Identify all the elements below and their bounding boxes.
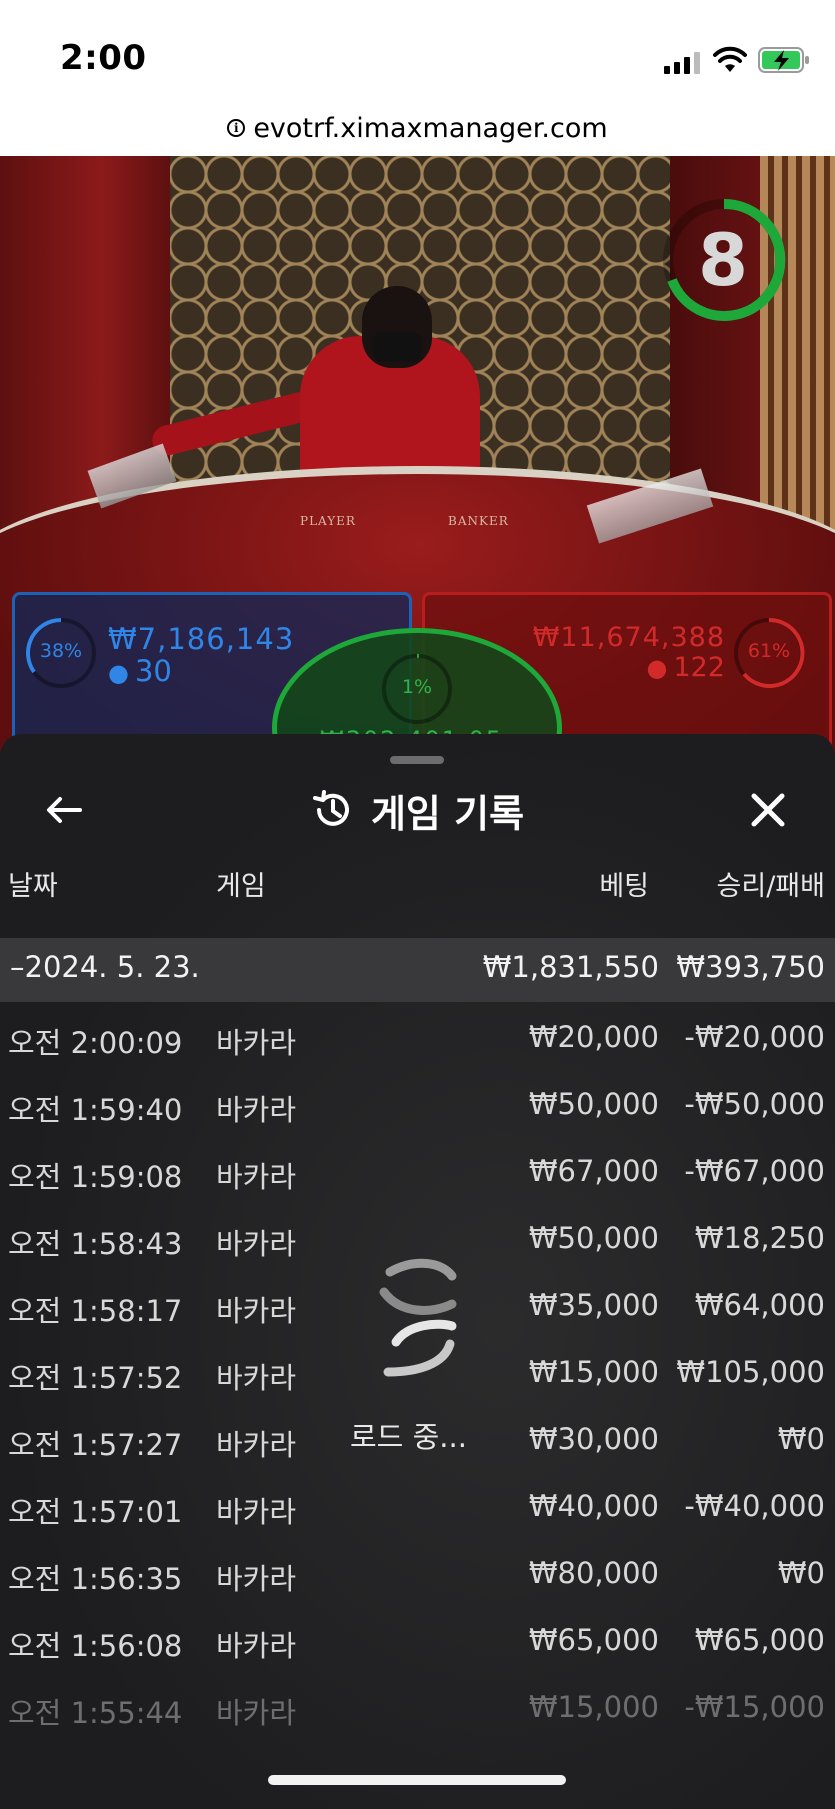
row-winloss: ₩0 <box>777 1422 825 1456</box>
player-count-value: 30 <box>134 654 172 688</box>
wifi-icon <box>713 46 747 72</box>
battery-charging-icon <box>758 47 809 73</box>
row-game: 바카라 <box>216 1227 297 1261</box>
row-bet: ₩50,000 <box>528 1087 659 1121</box>
row-time: 오전 1:58:43 <box>8 1227 183 1261</box>
row-bet: ₩40,000 <box>528 1489 659 1523</box>
row-time: 오전 1:55:44 <box>8 1696 183 1730</box>
row-time: 오전 1:56:35 <box>8 1562 183 1596</box>
history-icon <box>312 790 349 826</box>
status-time: 2:00 <box>60 38 147 78</box>
row-bet: ₩20,000 <box>528 1020 659 1054</box>
row-game: 바카라 <box>216 1629 297 1663</box>
row-bet: ₩30,000 <box>528 1422 659 1456</box>
history-row[interactable]: 오전 2:00:09 바카라 ₩20,000 -₩20,000 <box>0 1002 835 1069</box>
row-winloss: ₩0 <box>777 1556 825 1590</box>
loading-spinner-icon <box>379 1258 457 1377</box>
history-row[interactable]: 오전 1:56:08 바카라 ₩65,000 ₩65,000 <box>0 1605 835 1672</box>
panel-header: 게임 기록 <box>0 784 835 836</box>
live-video: PLAYER BANKER 8 38% ₩7,186,143 ● 30 61% ₩… <box>0 156 835 756</box>
date-group-winloss-total: ₩393,750 <box>676 950 825 984</box>
row-game: 바카라 <box>216 1428 297 1462</box>
felt-label-banker: BANKER <box>448 514 509 528</box>
info-icon[interactable]: i <box>227 119 246 137</box>
url-text: evotrf.ximaxmanager.com <box>253 112 608 144</box>
history-row[interactable]: 오전 1:57:01 바카라 ₩40,000 -₩40,000 <box>0 1471 835 1538</box>
player-percent: 38% <box>39 640 83 662</box>
signal-icon <box>664 52 700 74</box>
player-bet-amount: ₩7,186,143 <box>108 622 295 656</box>
history-row[interactable]: 오전 1:56:35 바카라 ₩80,000 ₩0 <box>0 1538 835 1605</box>
row-winloss: ₩65,000 <box>694 1623 825 1657</box>
row-time: 오전 2:00:09 <box>8 1026 183 1060</box>
status-bar: 2:00 <box>0 0 835 100</box>
history-row[interactable]: 오전 1:59:08 바카라 ₩67,000 -₩67,000 <box>0 1136 835 1203</box>
row-time: 오전 1:58:17 <box>8 1294 183 1328</box>
row-winloss: ₩18,250 <box>694 1221 825 1255</box>
row-bet: ₩65,000 <box>528 1623 659 1657</box>
row-winloss: ₩105,000 <box>676 1355 825 1389</box>
column-header-date: 날짜 <box>8 871 58 902</box>
row-bet: ₩15,000 <box>528 1355 659 1389</box>
row-bet: ₩15,000 <box>528 1690 659 1724</box>
banker-count-value: 122 <box>673 652 725 683</box>
row-time: 오전 1:57:52 <box>8 1361 183 1395</box>
close-icon <box>751 793 785 827</box>
row-bet: ₩80,000 <box>528 1556 659 1590</box>
countdown-number: 8 <box>697 218 749 302</box>
date-group-row[interactable]: –2024. 5. 23. ₩1,831,550 ₩393,750 <box>0 938 835 1002</box>
row-bet: ₩67,000 <box>528 1154 659 1188</box>
close-button[interactable] <box>742 784 794 836</box>
row-game: 바카라 <box>216 1495 297 1529</box>
row-bet: ₩35,000 <box>528 1288 659 1322</box>
game-history-panel: 게임 기록 날짜 게임 베팅 승리/패배 –2024. 5. 23. ₩1,83… <box>0 734 835 1809</box>
row-winloss: -₩67,000 <box>684 1154 825 1188</box>
user-icon: ● <box>108 659 129 687</box>
banker-count: ● 122 <box>647 652 726 683</box>
row-winloss: ₩64,000 <box>694 1288 825 1322</box>
panel-title: 게임 기록 <box>370 791 525 836</box>
loading-text: 로드 중... <box>350 1420 467 1454</box>
row-time: 오전 1:56:08 <box>8 1629 183 1663</box>
row-time: 오전 1:59:40 <box>8 1093 183 1127</box>
row-game: 바카라 <box>216 1562 297 1596</box>
tie-percent: 1% <box>401 676 433 698</box>
history-row[interactable]: 오전 1:55:44 바카라 ₩15,000 -₩15,000 <box>0 1672 835 1739</box>
row-game: 바카라 <box>216 1160 297 1194</box>
player-count: ● 30 <box>108 654 172 688</box>
row-game: 바카라 <box>216 1093 297 1127</box>
row-winloss: -₩15,000 <box>684 1690 825 1724</box>
row-game: 바카라 <box>216 1361 297 1395</box>
drag-handle[interactable] <box>390 756 444 764</box>
row-game: 바카라 <box>216 1696 297 1730</box>
row-winloss: -₩20,000 <box>684 1020 825 1054</box>
dealer-mask <box>373 332 421 362</box>
column-header-game: 게임 <box>216 871 266 902</box>
home-indicator[interactable] <box>268 1775 566 1785</box>
url-bar[interactable]: i evotrf.ximaxmanager.com <box>0 100 835 156</box>
row-game: 바카라 <box>216 1294 297 1328</box>
column-header-bet: 베팅 <box>599 871 649 902</box>
row-time: 오전 1:57:27 <box>8 1428 183 1462</box>
row-game: 바카라 <box>216 1026 297 1060</box>
history-row[interactable]: 오전 1:59:40 바카라 ₩50,000 -₩50,000 <box>0 1069 835 1136</box>
row-time: 오전 1:59:08 <box>8 1160 183 1194</box>
date-group-label: –2024. 5. 23. <box>10 950 200 984</box>
felt-label-player: PLAYER <box>300 514 356 528</box>
banker-bet-amount: ₩11,674,388 <box>532 622 725 653</box>
column-header-winloss: 승리/패배 <box>716 871 825 902</box>
row-winloss: -₩40,000 <box>684 1489 825 1523</box>
banker-percent: 61% <box>747 640 791 662</box>
row-time: 오전 1:57:01 <box>8 1495 183 1529</box>
date-group-bet-total: ₩1,831,550 <box>482 950 659 984</box>
user-icon: ● <box>646 654 668 682</box>
row-bet: ₩50,000 <box>528 1221 659 1255</box>
row-winloss: -₩50,000 <box>684 1087 825 1121</box>
